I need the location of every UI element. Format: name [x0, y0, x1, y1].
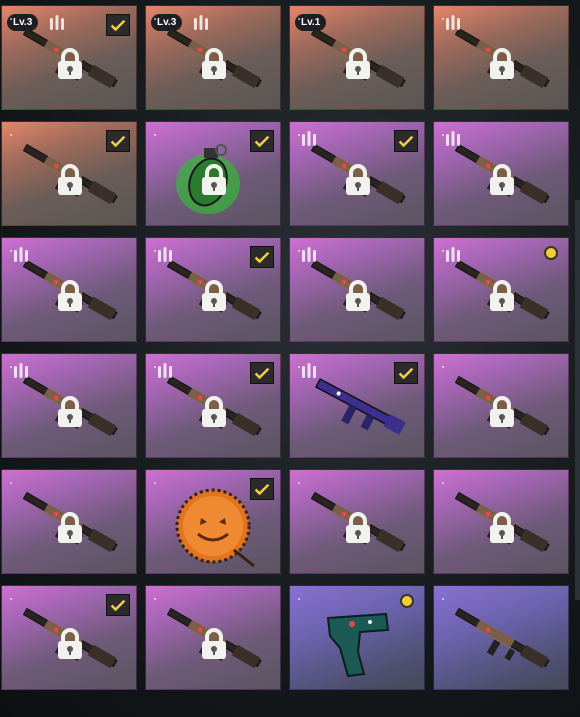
lock-icon [55, 628, 85, 660]
skin-card[interactable] [1, 469, 137, 574]
lock-icon [487, 48, 517, 80]
skin-grid: Lv.3 Lv.3 Lv.1 [0, 0, 580, 717]
skin-card[interactable] [433, 237, 569, 342]
lock-icon [487, 164, 517, 196]
lock-icon [199, 628, 229, 660]
skin-card[interactable] [433, 5, 569, 110]
skin-card[interactable] [289, 353, 425, 458]
checkmark-icon[interactable] [106, 14, 130, 36]
ammo-icon [192, 13, 210, 31]
skin-card[interactable] [433, 585, 569, 690]
skin-card[interactable] [289, 585, 425, 690]
skin-card[interactable] [433, 121, 569, 226]
new-indicator-dot [544, 246, 558, 260]
ammo-icon [48, 13, 66, 31]
lock-icon [199, 396, 229, 428]
skin-card[interactable] [145, 237, 281, 342]
skin-card[interactable] [289, 121, 425, 226]
lock-icon [343, 512, 373, 544]
lock-icon [199, 164, 229, 196]
checkmark-icon[interactable] [250, 478, 274, 500]
ammo-icon [300, 361, 318, 379]
lock-icon [343, 48, 373, 80]
level-badge: Lv.3 [151, 14, 183, 31]
lock-icon [55, 512, 85, 544]
checkmark-icon[interactable] [106, 130, 130, 152]
lock-icon [343, 164, 373, 196]
lock-icon [55, 396, 85, 428]
checkmark-icon[interactable] [250, 130, 274, 152]
ammo-icon [444, 129, 462, 147]
skin-card[interactable]: Lv.1 [289, 5, 425, 110]
skin-card[interactable]: Lv.3 [1, 5, 137, 110]
skin-card[interactable] [145, 353, 281, 458]
lock-icon [199, 280, 229, 312]
lock-icon [55, 280, 85, 312]
checkmark-icon[interactable] [394, 362, 418, 384]
skin-card[interactable] [1, 121, 137, 226]
skin-card[interactable] [1, 353, 137, 458]
skin-card[interactable] [145, 585, 281, 690]
skin-card[interactable] [289, 237, 425, 342]
checkmark-icon[interactable] [394, 130, 418, 152]
lock-icon [55, 164, 85, 196]
skin-card[interactable] [145, 469, 281, 574]
checkmark-icon[interactable] [250, 246, 274, 268]
skin-card[interactable] [145, 121, 281, 226]
new-indicator-dot [400, 594, 414, 608]
checkmark-icon[interactable] [250, 362, 274, 384]
skin-card[interactable] [289, 469, 425, 574]
checkmark-icon[interactable] [106, 594, 130, 616]
skin-card[interactable] [433, 469, 569, 574]
ammo-icon [444, 245, 462, 263]
ammo-icon [300, 245, 318, 263]
lock-icon [487, 512, 517, 544]
lock-icon [199, 48, 229, 80]
lock-icon [487, 280, 517, 312]
skin-card[interactable] [1, 585, 137, 690]
lock-icon [487, 396, 517, 428]
skin-card[interactable]: Lv.3 [145, 5, 281, 110]
lock-icon [343, 280, 373, 312]
ammo-icon [444, 13, 462, 31]
lock-icon [55, 48, 85, 80]
scrollbar[interactable] [575, 200, 580, 600]
ammo-icon [300, 129, 318, 147]
level-badge: Lv.1 [295, 14, 327, 31]
rifle-icon [434, 586, 568, 689]
skin-card[interactable] [1, 237, 137, 342]
ammo-icon [12, 245, 30, 263]
skin-card[interactable] [433, 353, 569, 458]
ammo-icon [156, 245, 174, 263]
ammo-icon [156, 361, 174, 379]
ammo-icon [12, 361, 30, 379]
level-badge: Lv.3 [7, 14, 39, 31]
